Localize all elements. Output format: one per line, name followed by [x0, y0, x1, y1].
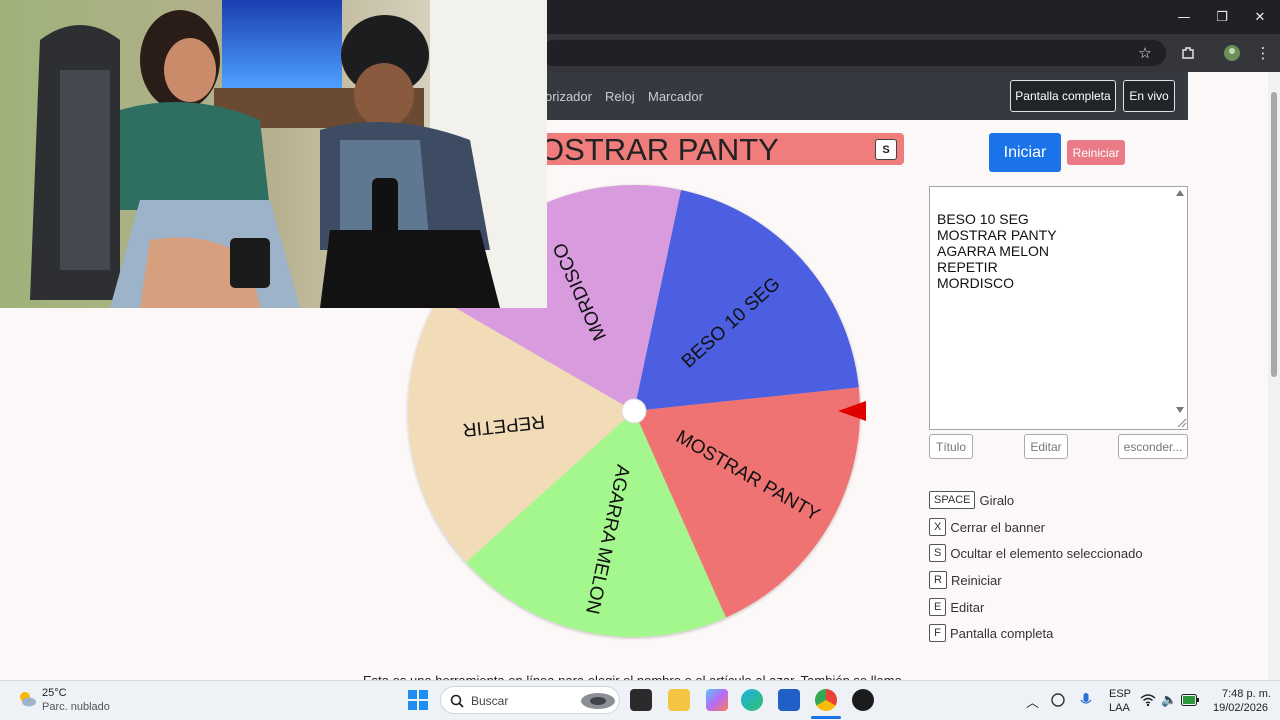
- start-button[interactable]: Iniciar: [989, 133, 1061, 172]
- textarea-scrollbar[interactable]: [1173, 187, 1187, 429]
- address-bar[interactable]: [540, 40, 1166, 66]
- shortcut-key: E: [929, 598, 947, 616]
- clock-date[interactable]: 19/02/2026: [1213, 702, 1268, 714]
- edge-browser-icon[interactable]: [741, 689, 763, 711]
- volume-icon[interactable]: 🔈: [1161, 692, 1177, 708]
- entry-line: MORDISCO: [937, 275, 1014, 291]
- keyboard-layout[interactable]: LAA: [1109, 702, 1130, 714]
- chrome-browser-icon[interactable]: [815, 689, 837, 711]
- live-button[interactable]: En vivo: [1123, 80, 1175, 112]
- shortcut-label: Pantalla completa: [950, 625, 1054, 641]
- bookmark-star-icon[interactable]: ☆: [1134, 42, 1156, 64]
- webcam-video-feed: [0, 0, 547, 308]
- shortcut-row: E Editar: [929, 597, 984, 617]
- shortcut-label: Reiniciar: [950, 572, 1002, 588]
- shortcut-row: S Ocultar el elemento seleccionado: [929, 543, 1143, 563]
- shortcut-row: R Reiniciar: [929, 570, 1002, 590]
- show-hidden-icons-chevron-icon[interactable]: ︿: [1026, 692, 1039, 711]
- result-banner-text: OSTRAR PANTY: [540, 133, 779, 165]
- weather-icon[interactable]: [16, 688, 38, 710]
- title-button[interactable]: Título: [929, 434, 973, 459]
- search-icon: [450, 694, 464, 708]
- shortcut-key: X: [929, 518, 947, 536]
- copilot-icon[interactable]: [706, 689, 728, 711]
- windows-start-icon[interactable]: [408, 690, 428, 710]
- browser-menu-icon[interactable]: ⋮: [1252, 42, 1274, 64]
- microphone-icon[interactable]: [1078, 692, 1094, 708]
- hide-button[interactable]: esconder...: [1118, 434, 1188, 459]
- shortcut-row: F Pantalla completa: [929, 623, 1053, 643]
- minimize-button[interactable]: —: [1165, 0, 1203, 34]
- input-language[interactable]: ESP: [1109, 688, 1131, 700]
- edit-button[interactable]: Editar: [1024, 434, 1068, 459]
- shortcut-row: X Cerrar el banner: [929, 517, 1045, 537]
- nav-link-temporizador[interactable]: orizador: [545, 89, 592, 104]
- shortcut-row: SPACE Giralo: [929, 490, 1014, 510]
- nav-link-reloj[interactable]: Reloj: [605, 89, 635, 104]
- task-view-icon[interactable]: [630, 689, 652, 711]
- entry-line: REPETIR: [937, 259, 998, 275]
- obs-studio-icon[interactable]: [852, 689, 874, 711]
- search-highlight-icon: [581, 693, 615, 709]
- extensions-icon[interactable]: [1177, 42, 1199, 64]
- weather-description[interactable]: Parc. nublado: [42, 701, 110, 713]
- shortcut-label: Editar: [950, 599, 985, 615]
- active-app-indicator: [811, 716, 841, 719]
- entry-line: AGARRA MELON: [937, 243, 1050, 259]
- file-explorer-icon[interactable]: [668, 689, 690, 711]
- close-window-button[interactable]: ✕: [1241, 0, 1279, 34]
- reset-button[interactable]: Reiniciar: [1067, 140, 1125, 165]
- profile-avatar[interactable]: [1221, 42, 1243, 64]
- search-placeholder: Buscar: [471, 694, 509, 708]
- clock-time[interactable]: 7:48 p. m.: [1222, 688, 1271, 700]
- battery-icon[interactable]: [1181, 694, 1199, 706]
- maximize-button[interactable]: ❐: [1203, 0, 1241, 34]
- shortcut-key: R: [929, 571, 947, 589]
- hide-selected-key[interactable]: S: [875, 139, 897, 160]
- shortcut-label: Ocultar el elemento seleccionado: [950, 545, 1143, 561]
- wheel-center-hub: [621, 398, 647, 424]
- shortcut-key: SPACE: [929, 491, 976, 509]
- entry-line: MOSTRAR PANTY: [937, 227, 1057, 243]
- weather-temperature[interactable]: 25°C: [42, 687, 67, 699]
- entries-textarea[interactable]: BESO 10 SEG MOSTRAR PANTY AGARRA MELON R…: [929, 186, 1188, 430]
- entry-line: BESO 10 SEG: [937, 211, 1029, 227]
- nav-link-marcador[interactable]: Marcador: [648, 89, 703, 104]
- fullscreen-button[interactable]: Pantalla completa: [1010, 80, 1116, 112]
- shortcut-label: Giralo: [979, 492, 1015, 508]
- shortcut-key: F: [929, 624, 946, 642]
- wifi-icon[interactable]: [1140, 692, 1156, 708]
- shortcut-key: S: [929, 544, 947, 562]
- network-status-icon[interactable]: [1050, 692, 1066, 708]
- page-scrollbar-thumb[interactable]: [1271, 92, 1277, 377]
- taskbar-search-box[interactable]: Buscar: [440, 686, 620, 714]
- shortcut-label: Cerrar el banner: [950, 519, 1045, 535]
- microsoft-store-icon[interactable]: [778, 689, 800, 711]
